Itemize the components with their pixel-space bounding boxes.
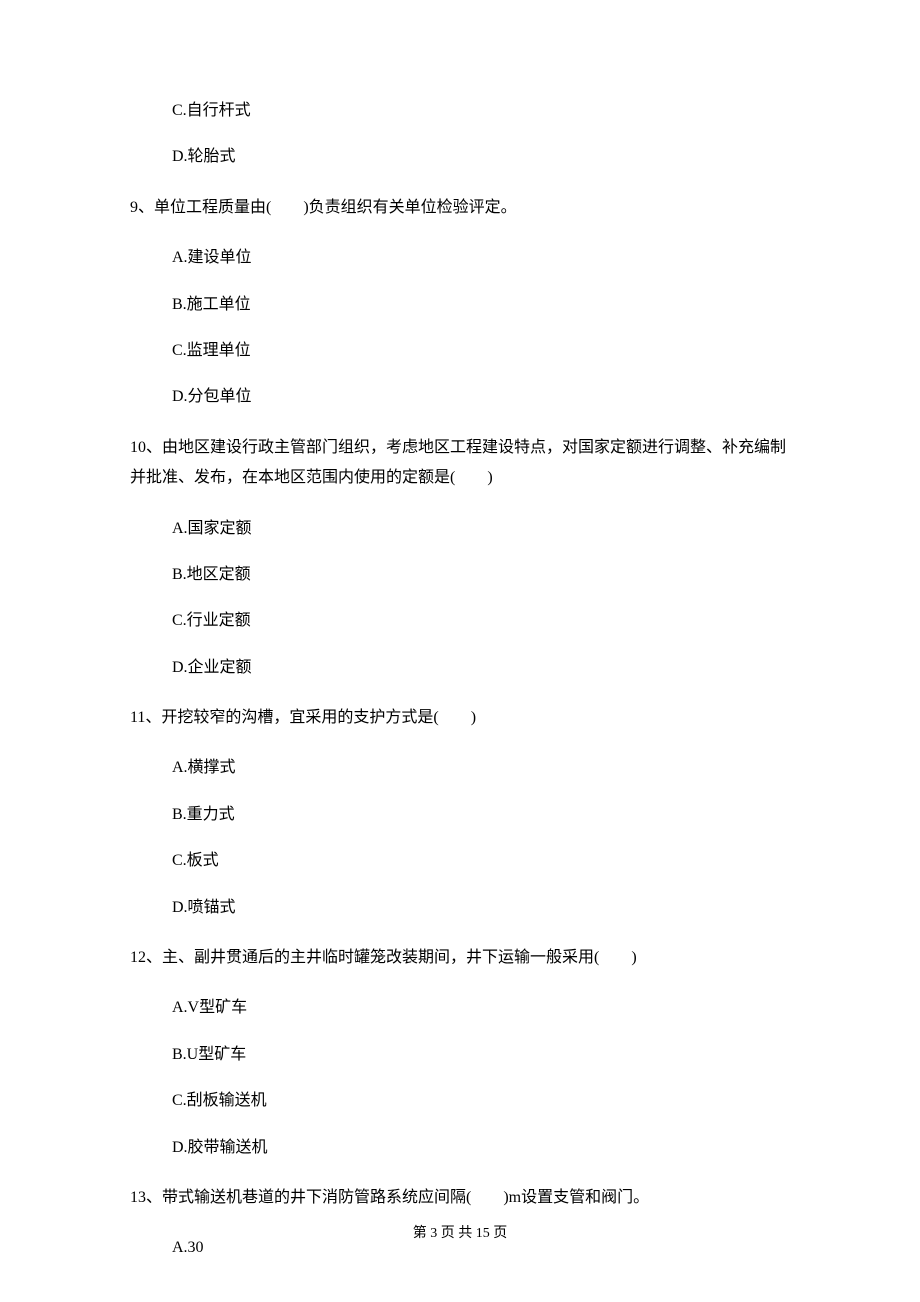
- question-10: 10、由地区建设行政主管部门组织，考虑地区工程建设特点，对国家定额进行调整、补充…: [130, 433, 790, 494]
- page-footer: 第 3 页 共 15 页: [0, 1222, 920, 1242]
- q11-option-c: C.板式: [172, 850, 790, 872]
- question-11: 11、开挖较窄的沟槽，宜采用的支护方式是( ): [130, 703, 790, 733]
- q8-option-c: C.自行杆式: [172, 100, 790, 122]
- q10-option-a: A.国家定额: [172, 518, 790, 540]
- q12-option-a: A.V型矿车: [172, 997, 790, 1019]
- q11-option-d: D.喷锚式: [172, 897, 790, 919]
- q11-option-b: B.重力式: [172, 804, 790, 826]
- q12-option-b: B.U型矿车: [172, 1044, 790, 1066]
- question-9: 9、单位工程质量由( )负责组织有关单位检验评定。: [130, 193, 790, 223]
- q12-option-c: C.刮板输送机: [172, 1090, 790, 1112]
- q10-option-b: B.地区定额: [172, 564, 790, 586]
- question-12: 12、主、副井贯通后的主井临时罐笼改装期间，井下运输一般采用( ): [130, 943, 790, 973]
- q10-option-c: C.行业定额: [172, 610, 790, 632]
- question-13: 13、带式输送机巷道的井下消防管路系统应间隔( )m设置支管和阀门。: [130, 1183, 790, 1213]
- q8-option-d: D.轮胎式: [172, 146, 790, 168]
- q12-option-d: D.胶带输送机: [172, 1137, 790, 1159]
- q9-option-c: C.监理单位: [172, 340, 790, 362]
- q9-option-b: B.施工单位: [172, 294, 790, 316]
- q10-option-d: D.企业定额: [172, 657, 790, 679]
- document-content: C.自行杆式 D.轮胎式 9、单位工程质量由( )负责组织有关单位检验评定。 A…: [0, 0, 920, 1260]
- q9-option-a: A.建设单位: [172, 247, 790, 269]
- q11-option-a: A.横撑式: [172, 757, 790, 779]
- q9-option-d: D.分包单位: [172, 386, 790, 408]
